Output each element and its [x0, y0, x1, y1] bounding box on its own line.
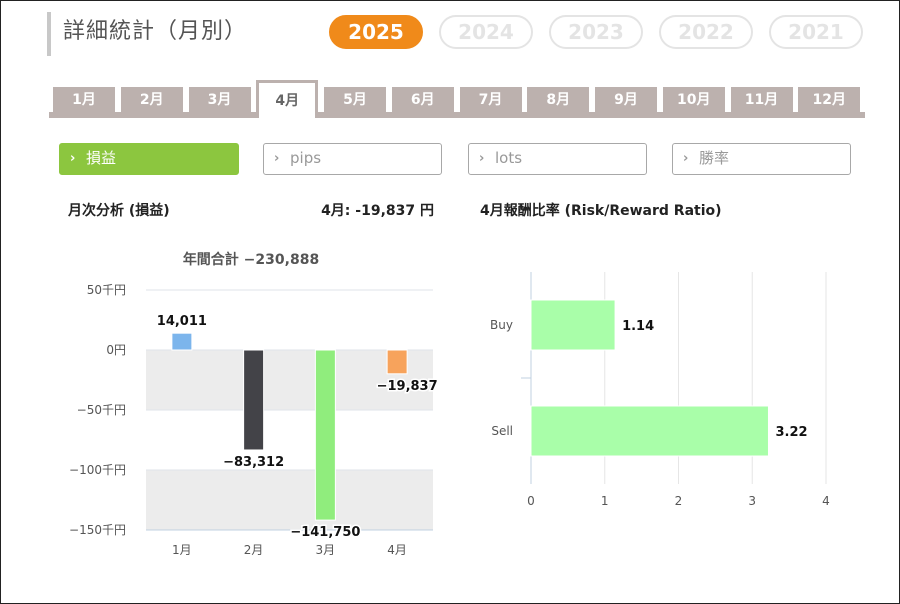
bar-buy [530, 299, 616, 351]
x-tick-label-4: 3 [748, 494, 756, 508]
data-label-buy: 1.14 [622, 319, 654, 334]
risk-reward-chart: 0 1 2 3 4 1.14 Buy 3.22 Sell [490, 272, 830, 508]
bar-sell [530, 405, 769, 457]
y-tick-label-buy: Buy [490, 318, 513, 332]
data-label-sell: 3.22 [775, 425, 807, 440]
x-tick-label-5: 4 [822, 494, 830, 508]
x-tick-label-3: 2 [675, 494, 683, 508]
x-tick-label-1: 0 [527, 494, 535, 508]
y-tick-label-sell: Sell [491, 424, 513, 438]
x-tick-label-2: 1 [601, 494, 609, 508]
